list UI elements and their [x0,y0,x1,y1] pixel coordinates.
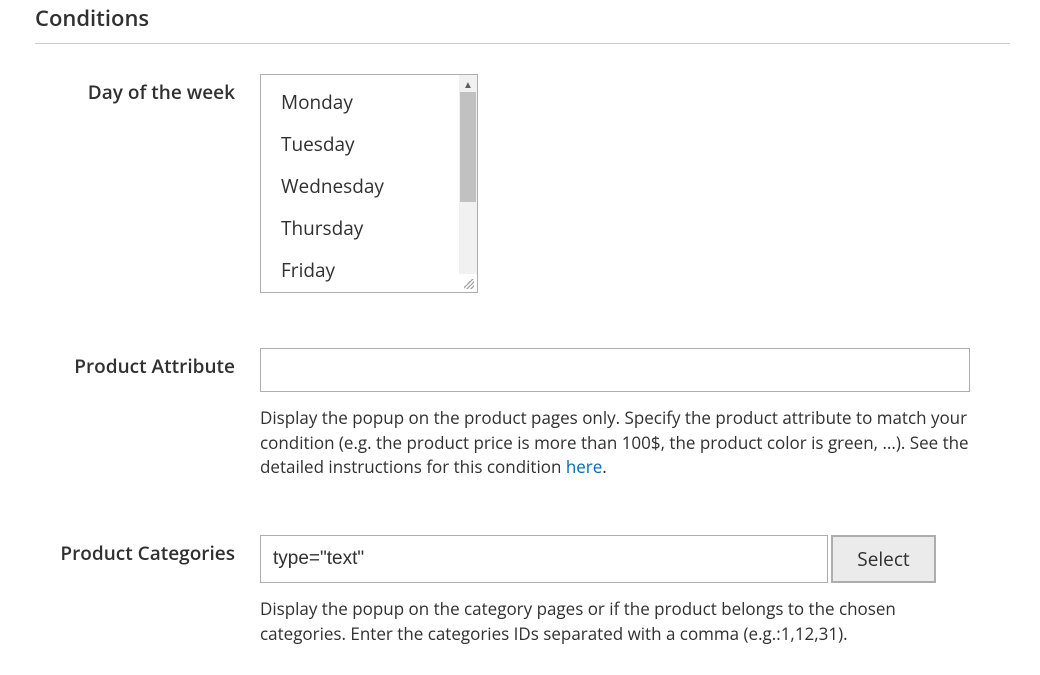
section-title: Conditions [35,3,1010,33]
conditions-section: Conditions Day of the week Monday Tuesda… [0,3,1040,646]
scroll-up-icon[interactable]: ▲ [459,75,477,92]
field-product-categories: Product Categories Select Display the po… [35,535,1010,646]
day-option[interactable]: Friday [261,249,459,291]
day-of-week-multiselect[interactable]: Monday Tuesday Wednesday Thursday Friday… [260,74,478,293]
scroll-thumb[interactable] [460,92,476,202]
product-categories-control: Select Display the popup on the category… [260,535,975,646]
help-text-suffix: . [602,455,606,478]
scrollbar[interactable]: ▲ ▼ [459,75,477,292]
day-option[interactable]: Thursday [261,207,459,249]
day-of-week-list[interactable]: Monday Tuesday Wednesday Thursday Friday [261,75,459,292]
day-option[interactable]: Monday [261,81,459,123]
day-option[interactable]: Wednesday [261,165,459,207]
day-option[interactable]: Tuesday [261,123,459,165]
product-categories-help: Display the popup on the category pages … [260,597,975,646]
here-link[interactable]: here [566,455,602,478]
select-button[interactable]: Select [831,535,936,583]
product-attribute-input[interactable] [260,348,970,392]
product-attribute-control: Display the popup on the product pages o… [260,348,975,480]
product-attribute-label: Product Attribute [35,348,260,379]
scroll-track[interactable] [459,92,477,275]
product-attribute-help: Display the popup on the product pages o… [260,406,975,480]
product-categories-label: Product Categories [35,535,260,566]
resize-handle-icon[interactable] [459,274,477,292]
help-text-prefix: Display the popup on the product pages o… [260,406,969,478]
day-of-week-label: Day of the week [35,74,260,105]
field-product-attribute: Product Attribute Display the popup on t… [35,348,1010,480]
product-categories-row: Select [260,535,975,583]
product-categories-input[interactable] [260,535,828,583]
section-divider [35,43,1010,44]
field-day-of-week: Day of the week Monday Tuesday Wednesday… [35,74,1010,293]
day-of-week-control: Monday Tuesday Wednesday Thursday Friday… [260,74,975,293]
